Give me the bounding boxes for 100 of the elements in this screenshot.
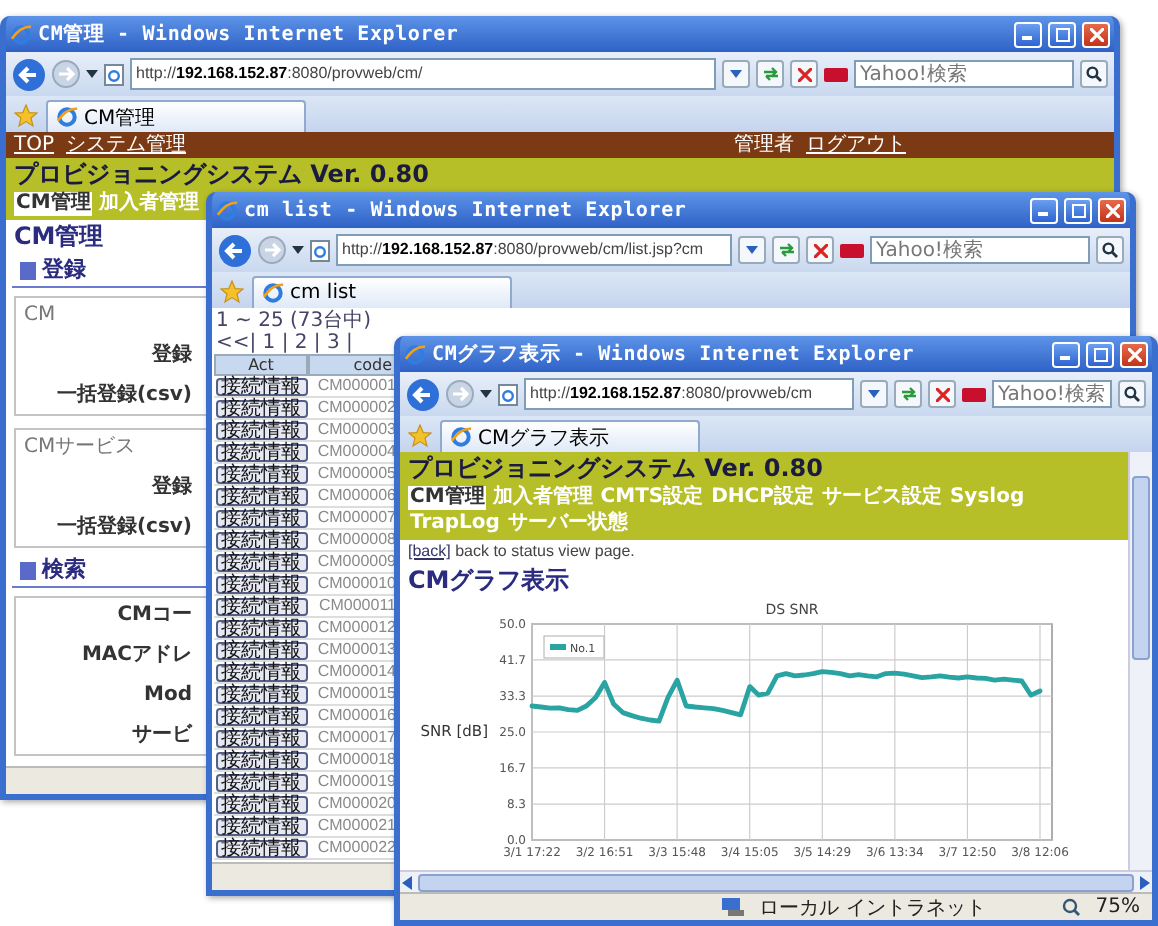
connection-info-button[interactable]: 接続情報 (215, 663, 307, 681)
connection-info-button[interactable]: 接続情報 (215, 487, 307, 505)
star-icon[interactable] (14, 104, 38, 128)
connection-info-button[interactable]: 接続情報 (215, 641, 307, 659)
minimize-button[interactable] (1052, 341, 1080, 367)
right-arrow-icon[interactable] (1140, 875, 1150, 889)
zone-text: ローカル イントラネット (759, 895, 986, 920)
connection-info-button[interactable]: 接続情報 (215, 597, 307, 615)
connection-info-button[interactable]: 接続情報 (215, 619, 307, 637)
connection-info-button[interactable]: 接続情報 (215, 443, 307, 461)
logout-link[interactable]: ログアウト (806, 132, 906, 158)
form-label: 登録 (149, 344, 192, 366)
close-button[interactable] (1120, 341, 1148, 367)
search-field[interactable]: Yahoo!検索 (854, 60, 1074, 88)
connection-info-button[interactable]: 接続情報 (215, 421, 307, 439)
nav-link[interactable]: TOP (14, 132, 55, 158)
section-title: 登録 (42, 256, 86, 284)
minimize-button[interactable] (1030, 197, 1058, 223)
stop-button[interactable] (790, 60, 818, 88)
connection-info-button[interactable]: 接続情報 (215, 795, 307, 813)
minimize-button[interactable] (1014, 21, 1042, 47)
stop-icon (935, 387, 949, 401)
connection-info-button[interactable]: 接続情報 (215, 839, 307, 857)
column-header: Act (214, 354, 308, 376)
search-icon (1086, 66, 1102, 82)
address-field[interactable]: http://192.168.152.87:8080/provweb/cm/list.jsp?cm (336, 234, 732, 266)
close-icon (1127, 347, 1141, 361)
refresh-button[interactable] (772, 236, 800, 264)
address-field[interactable]: http://192.168.152.87:8080/provweb/cm (524, 378, 854, 410)
form-label: 一括登録(csv) (54, 516, 192, 538)
menu-tab[interactable]: CM管理 (14, 192, 93, 216)
search-button[interactable] (1080, 60, 1108, 88)
refresh-button[interactable] (894, 380, 922, 408)
dropdown-button[interactable] (722, 60, 750, 88)
connection-info-button[interactable]: 接続情報 (215, 751, 307, 769)
connection-info-button[interactable]: 接続情報 (215, 465, 307, 483)
connection-info-button[interactable]: 接続情報 (215, 729, 307, 747)
page-icon (310, 239, 330, 261)
connection-info-button[interactable]: 接続情報 (215, 531, 307, 549)
page-icon (498, 383, 518, 405)
search-button[interactable] (1118, 380, 1146, 408)
connection-info-button[interactable]: 接続情報 (215, 509, 307, 527)
search-field[interactable]: Yahoo!検索 (870, 236, 1090, 264)
caret-icon[interactable] (480, 390, 492, 398)
maximize-button[interactable] (1086, 341, 1114, 367)
caret-icon[interactable] (292, 246, 304, 254)
system-title: プロビジョニングシステム Ver. 0.80 (408, 454, 823, 484)
menu-tab[interactable]: CM管理 (408, 486, 487, 510)
star-icon[interactable] (408, 424, 432, 448)
horizontal-scrollbar[interactable] (400, 870, 1152, 892)
form-label: Mod (142, 684, 192, 706)
search-button[interactable] (1096, 236, 1124, 264)
vertical-scrollbar[interactable] (1128, 452, 1152, 870)
back-button[interactable] (12, 57, 46, 91)
maximize-button[interactable] (1064, 197, 1092, 223)
window-title: cm list - Windows Internet Explorer (244, 199, 689, 221)
connection-info-button[interactable]: 接続情報 (215, 685, 307, 703)
stop-icon (797, 67, 811, 81)
maximize-icon (1055, 27, 1069, 41)
close-button[interactable] (1098, 197, 1126, 223)
zoom-level[interactable]: 75% (1095, 896, 1140, 918)
connection-info-button[interactable]: 接続情報 (215, 817, 307, 835)
connection-info-button[interactable]: 接続情報 (215, 707, 307, 725)
back-button[interactable] (406, 377, 440, 411)
star-icon[interactable] (220, 280, 244, 304)
caret-icon (730, 70, 742, 78)
refresh-icon (777, 242, 795, 258)
form-label: CMコー (115, 604, 192, 626)
maximize-button[interactable] (1048, 21, 1076, 47)
left-arrow-icon[interactable] (402, 875, 412, 889)
stop-button[interactable] (928, 380, 956, 408)
network-icon (721, 898, 744, 916)
ie-icon (216, 199, 238, 221)
back-link[interactable]: [back] (408, 542, 451, 560)
connection-info-button[interactable]: 接続情報 (215, 773, 307, 791)
page-heading: CMグラフ表示 (406, 564, 570, 596)
stop-button[interactable] (806, 236, 834, 264)
caret-icon[interactable] (86, 70, 98, 78)
close-button[interactable] (1082, 21, 1110, 47)
pager-text: 1 ~ 25 (73台中) <<| 1 | 2 | 3 | (214, 308, 374, 354)
search-icon (1102, 242, 1118, 258)
browser-tab[interactable]: cm list (252, 276, 512, 308)
dropdown-button[interactable] (738, 236, 766, 264)
page-icon (104, 63, 124, 85)
connection-info-button[interactable]: 接続情報 (215, 553, 307, 571)
connection-info-button[interactable]: 接続情報 (215, 575, 307, 593)
browser-tab[interactable]: CM管理 (46, 100, 306, 132)
connection-info-button[interactable]: 接続情報 (215, 377, 307, 395)
browser-tab[interactable]: CMグラフ表示 (440, 420, 700, 452)
window-title: CMグラフ表示 - Windows Internet Explorer (432, 341, 917, 368)
ie-icon (10, 23, 32, 45)
dropdown-button[interactable] (860, 380, 888, 408)
connection-info-button[interactable]: 接続情報 (215, 399, 307, 417)
search-field[interactable]: Yahoo!検索 (992, 380, 1112, 408)
maximize-icon (1071, 203, 1085, 217)
address-field[interactable]: http://192.168.152.87:8080/provweb/cm/ (130, 58, 716, 90)
window-title: CM管理 - Windows Internet Explorer (38, 21, 461, 48)
nav-link[interactable]: システム管理 (66, 132, 187, 158)
refresh-button[interactable] (756, 60, 784, 88)
back-button[interactable] (218, 233, 252, 267)
